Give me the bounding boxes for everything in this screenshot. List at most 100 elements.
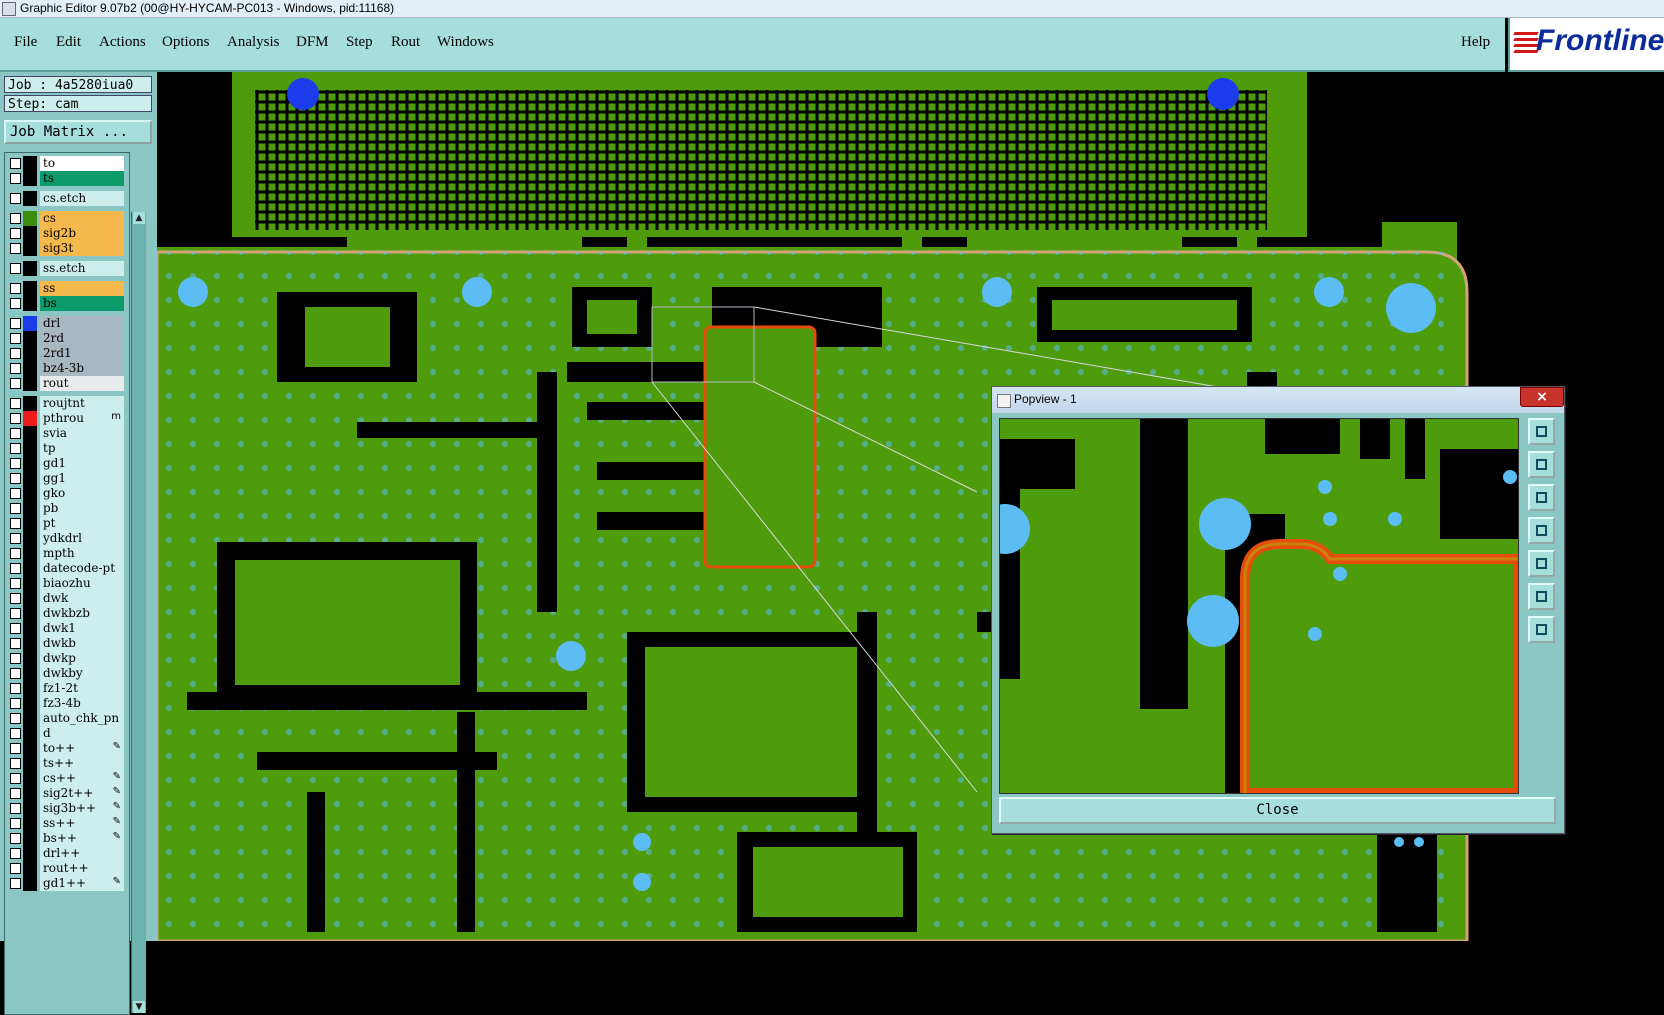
layer-name[interactable]: fz3-4b bbox=[40, 696, 124, 711]
layer-color-swatch[interactable] bbox=[23, 591, 37, 606]
layer-name[interactable]: pt bbox=[40, 516, 124, 531]
popview-title-bar[interactable]: Popview - 1 bbox=[992, 387, 1564, 413]
layer-color-swatch[interactable] bbox=[23, 531, 37, 546]
layer-row[interactable]: drl++ bbox=[5, 846, 129, 861]
layer-row[interactable]: sig2b bbox=[5, 226, 129, 241]
layer-checkbox[interactable] bbox=[10, 593, 21, 604]
layer-color-swatch[interactable] bbox=[23, 561, 37, 576]
layer-checkbox[interactable] bbox=[10, 348, 21, 359]
layer-row[interactable]: 2rd bbox=[5, 331, 129, 346]
layer-color-swatch[interactable] bbox=[23, 171, 37, 186]
layer-name[interactable]: ss.etch bbox=[40, 261, 124, 276]
layer-row[interactable]: roujtnt bbox=[5, 396, 129, 411]
layer-checkbox[interactable] bbox=[10, 713, 21, 724]
menu-edit[interactable]: Edit bbox=[56, 34, 81, 51]
layer-checkbox[interactable] bbox=[10, 698, 21, 709]
layer-name[interactable]: gd1 bbox=[40, 456, 124, 471]
layer-checkbox[interactable] bbox=[10, 638, 21, 649]
layer-checkbox[interactable] bbox=[10, 333, 21, 344]
layer-name[interactable]: cs++ bbox=[40, 771, 124, 786]
layer-color-swatch[interactable] bbox=[23, 396, 37, 411]
layer-row[interactable]: sig2t++ ✎ bbox=[5, 786, 129, 801]
layer-color-swatch[interactable] bbox=[23, 801, 37, 816]
layer-row[interactable]: fz3-4b bbox=[5, 696, 129, 711]
layer-color-swatch[interactable] bbox=[23, 681, 37, 696]
layer-name[interactable]: drl bbox=[40, 316, 124, 331]
layer-color-swatch[interactable] bbox=[23, 726, 37, 741]
layer-color-swatch[interactable] bbox=[23, 241, 37, 256]
layer-name[interactable]: dwkp bbox=[40, 651, 124, 666]
layer-color-swatch[interactable] bbox=[23, 831, 37, 846]
layer-checkbox[interactable] bbox=[10, 378, 21, 389]
layer-scrollbar[interactable]: ▲ ▼ bbox=[131, 212, 146, 1013]
layer-row[interactable]: pt bbox=[5, 516, 129, 531]
layer-color-swatch[interactable] bbox=[23, 786, 37, 801]
layer-checkbox[interactable] bbox=[10, 398, 21, 409]
layer-checkbox[interactable] bbox=[10, 668, 21, 679]
layer-checkbox[interactable] bbox=[10, 503, 21, 514]
layer-checkbox[interactable] bbox=[10, 743, 21, 754]
job-matrix-button[interactable]: Job Matrix ... bbox=[4, 120, 152, 144]
layer-color-swatch[interactable] bbox=[23, 756, 37, 771]
layer-checkbox[interactable] bbox=[10, 683, 21, 694]
layer-row[interactable]: 2rd1 bbox=[5, 346, 129, 361]
layer-row[interactable]: ss.etch bbox=[5, 261, 129, 276]
layer-row[interactable]: dwkbzb bbox=[5, 606, 129, 621]
layer-checkbox[interactable] bbox=[10, 228, 21, 239]
layer-row[interactable]: bs++ ✎ bbox=[5, 831, 129, 846]
pan-down-icon[interactable] bbox=[1528, 484, 1555, 511]
layer-row[interactable]: datecode-pt bbox=[5, 561, 129, 576]
layer-checkbox[interactable] bbox=[10, 533, 21, 544]
layer-color-swatch[interactable] bbox=[23, 316, 37, 331]
layer-color-swatch[interactable] bbox=[23, 411, 37, 426]
layer-checkbox[interactable] bbox=[10, 283, 21, 294]
layer-name[interactable]: svia bbox=[40, 426, 124, 441]
menu-dfm[interactable]: DFM bbox=[296, 34, 329, 51]
layer-name[interactable]: dwkbzb bbox=[40, 606, 124, 621]
layer-row[interactable]: dwkb bbox=[5, 636, 129, 651]
layer-row[interactable]: dwkp bbox=[5, 651, 129, 666]
layer-row[interactable]: rout++ bbox=[5, 861, 129, 876]
layer-color-swatch[interactable] bbox=[23, 696, 37, 711]
layer-checkbox[interactable] bbox=[10, 173, 21, 184]
layer-row[interactable]: biaozhu bbox=[5, 576, 129, 591]
layer-color-swatch[interactable] bbox=[23, 816, 37, 831]
layer-color-swatch[interactable] bbox=[23, 666, 37, 681]
layer-checkbox[interactable] bbox=[10, 773, 21, 784]
layer-name[interactable]: cs bbox=[40, 211, 124, 226]
layer-checkbox[interactable] bbox=[10, 623, 21, 634]
layer-checkbox[interactable] bbox=[10, 213, 21, 224]
layer-checkbox[interactable] bbox=[10, 878, 21, 889]
popview-artwork[interactable] bbox=[1000, 419, 1518, 793]
layer-checkbox[interactable] bbox=[10, 488, 21, 499]
layer-color-swatch[interactable] bbox=[23, 471, 37, 486]
layer-name[interactable]: roujtnt bbox=[40, 396, 124, 411]
layer-row[interactable]: sig3t bbox=[5, 241, 129, 256]
layer-color-swatch[interactable] bbox=[23, 426, 37, 441]
layer-row[interactable]: cs.etch bbox=[5, 191, 129, 206]
layer-name[interactable]: ss++ bbox=[40, 816, 124, 831]
layer-name[interactable]: cs.etch bbox=[40, 191, 124, 206]
layer-checkbox[interactable] bbox=[10, 443, 21, 454]
layer-name[interactable]: d bbox=[40, 726, 124, 741]
menu-help[interactable]: Help bbox=[1461, 34, 1490, 51]
layer-checkbox[interactable] bbox=[10, 158, 21, 169]
layer-checkbox[interactable] bbox=[10, 563, 21, 574]
layer-row[interactable]: bs bbox=[5, 296, 129, 311]
menu-rout[interactable]: Rout bbox=[391, 34, 420, 51]
layer-checkbox[interactable] bbox=[10, 298, 21, 309]
layer-row[interactable]: dwkby bbox=[5, 666, 129, 681]
layer-checkbox[interactable] bbox=[10, 833, 21, 844]
layer-color-swatch[interactable] bbox=[23, 501, 37, 516]
layer-name[interactable]: gg1 bbox=[40, 471, 124, 486]
layer-row[interactable]: pb bbox=[5, 501, 129, 516]
layer-name[interactable]: mpth bbox=[40, 546, 124, 561]
layer-checkbox[interactable] bbox=[10, 608, 21, 619]
layer-checkbox[interactable] bbox=[10, 243, 21, 254]
layer-checkbox[interactable] bbox=[10, 363, 21, 374]
layer-checkbox[interactable] bbox=[10, 728, 21, 739]
layer-color-swatch[interactable] bbox=[23, 211, 37, 226]
layer-checkbox[interactable] bbox=[10, 758, 21, 769]
layer-checkbox[interactable] bbox=[10, 263, 21, 274]
layer-name[interactable]: bs bbox=[40, 296, 124, 311]
